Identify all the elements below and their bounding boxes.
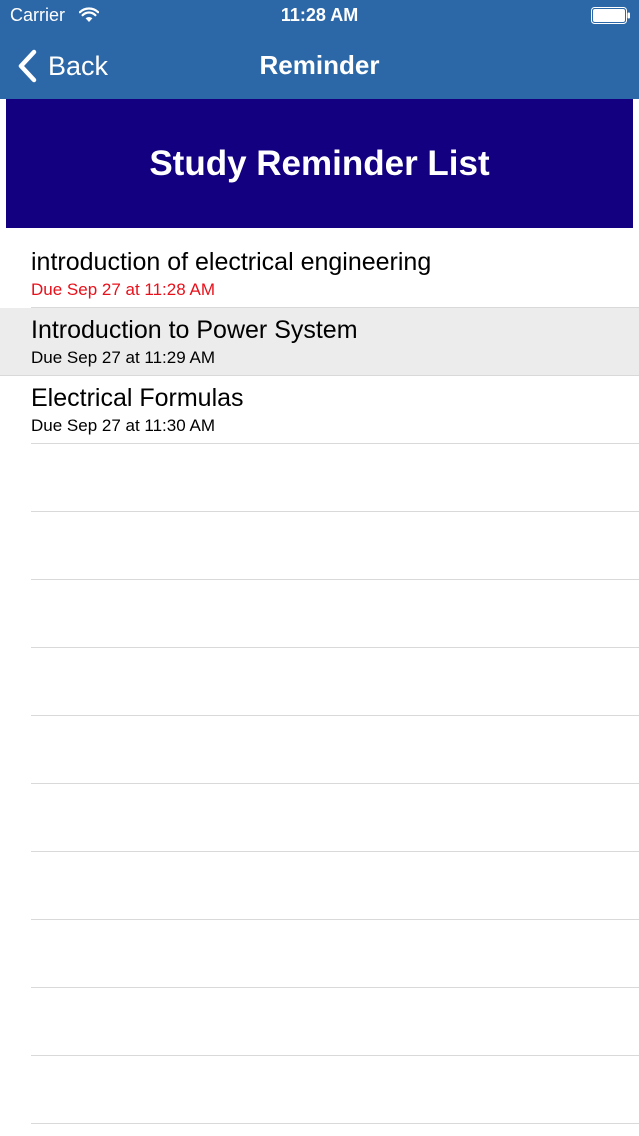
- reminder-row[interactable]: Introduction to Power System Due Sep 27 …: [0, 308, 639, 376]
- empty-row: [0, 512, 639, 580]
- reminder-due-date: Due Sep 27 at 11:29 AM: [31, 348, 215, 367]
- reminder-due-date: Due Sep 27 at 11:30 AM: [31, 416, 215, 435]
- battery-icon: [591, 7, 630, 24]
- empty-row: [0, 444, 639, 512]
- empty-list-area: [0, 444, 639, 1124]
- banner-title: Study Reminder List: [149, 143, 490, 183]
- empty-row: [0, 1056, 639, 1124]
- empty-row: [0, 920, 639, 988]
- reminder-due-date: Due Sep 27 at 11:28 AM: [31, 280, 215, 299]
- reminder-title: Electrical Formulas: [31, 384, 244, 412]
- reminder-row[interactable]: Electrical Formulas Due Sep 27 at 11:30 …: [0, 376, 639, 444]
- reminder-row[interactable]: introduction of electrical engineering D…: [0, 240, 639, 308]
- empty-row: [0, 784, 639, 852]
- empty-row: [0, 716, 639, 784]
- reminder-title: introduction of electrical engineering: [31, 248, 432, 276]
- page-title: Reminder: [259, 50, 380, 80]
- list-banner: Study Reminder List: [6, 99, 633, 228]
- row-divider: [31, 1123, 639, 1124]
- navigation-bar: Back Reminder: [0, 32, 639, 99]
- status-bar: Carrier 11:28 AM: [0, 0, 639, 32]
- empty-row: [0, 852, 639, 920]
- reminder-list: introduction of electrical engineering D…: [0, 241, 639, 444]
- status-clock: 11:28 AM: [280, 5, 359, 25]
- empty-row: [0, 580, 639, 648]
- reminder-title: Introduction to Power System: [31, 316, 358, 344]
- empty-row: [0, 648, 639, 716]
- empty-row: [0, 988, 639, 1056]
- top-bar: Carrier 11:28 AM Back Reminder: [0, 0, 639, 99]
